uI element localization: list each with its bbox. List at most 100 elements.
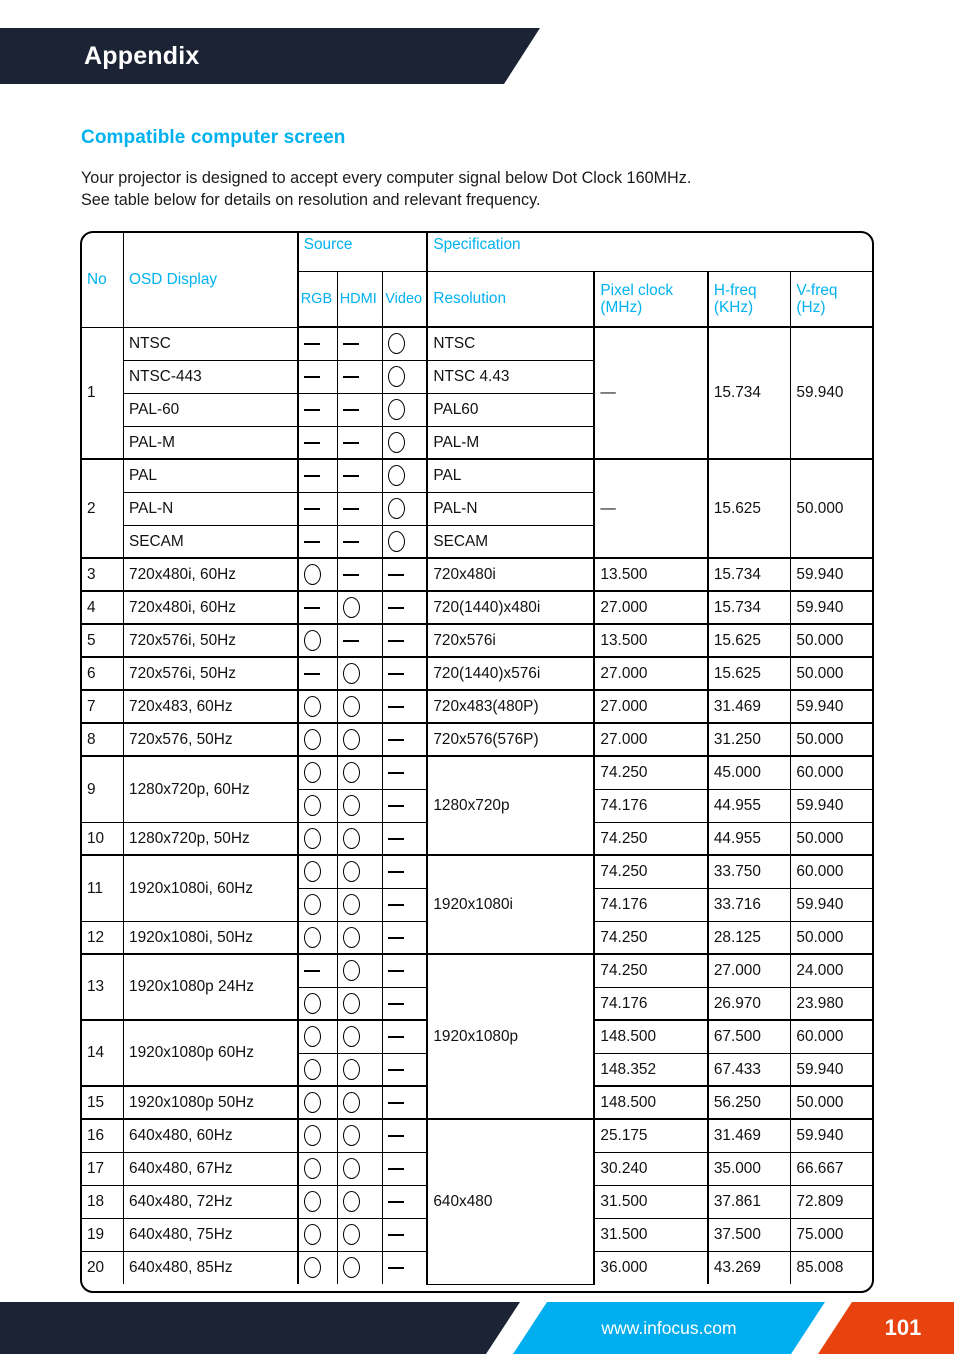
not-supported-dash-icon <box>303 540 320 543</box>
cell-osd-display: 1920x1080p 50Hz <box>123 1085 299 1120</box>
cell-resolution: 1280x720p <box>426 755 596 856</box>
cell-pixel-clock: 148.352 <box>593 1052 709 1087</box>
not-supported-dash-icon <box>342 507 359 510</box>
cell-h-freq: 44.955 <box>707 821 792 856</box>
cell-v-freq: 66.667 <box>790 1151 872 1186</box>
supported-circle-icon <box>388 431 406 453</box>
cell-h-freq: 44.955 <box>707 788 792 823</box>
intro-paragraph: Your projector is designed to accept eve… <box>81 168 881 211</box>
not-supported-dash-icon <box>388 804 405 807</box>
cell-pixel-clock: 13.500 <box>593 557 709 592</box>
supported-circle-icon <box>303 1026 321 1048</box>
cell-v-freq: 59.940 <box>790 326 872 460</box>
cell-pixel-clock: 74.250 <box>593 755 709 790</box>
cell-h-freq: 31.250 <box>707 722 792 757</box>
cell-osd-display: SECAM <box>123 524 299 559</box>
th-osd-display: OSD Display <box>123 233 299 328</box>
not-supported-dash-icon <box>388 639 405 642</box>
cell-source-rgb <box>297 524 338 559</box>
cell-source-rgb <box>297 953 338 988</box>
cell-no: 2 <box>82 458 125 559</box>
cell-source-hdmi <box>336 557 384 592</box>
table-row: 5 720x576i, 50Hz 720x576i 13.500 15.625 50.00… <box>82 623 872 658</box>
cell-pixel-clock: 74.250 <box>593 920 709 955</box>
cell-no: 9 <box>82 755 125 823</box>
not-supported-dash-icon <box>388 1267 405 1270</box>
cell-v-freq: 85.008 <box>790 1250 872 1284</box>
cell-osd-display: 640x480, 75Hz <box>123 1217 299 1252</box>
supported-circle-icon <box>303 894 321 915</box>
not-supported-dash-icon <box>388 672 405 675</box>
not-supported-dash-icon <box>388 970 405 973</box>
not-supported-dash-icon <box>388 871 405 874</box>
cell-pixel-clock: — <box>593 458 709 559</box>
cell-source-video <box>382 722 429 757</box>
cell-v-freq: 24.000 <box>790 953 872 988</box>
cell-osd-display: 640x480, 60Hz <box>123 1118 299 1153</box>
not-supported-dash-icon <box>303 343 320 346</box>
cell-resolution: PAL-M <box>426 425 596 460</box>
cell-h-freq: 33.750 <box>707 854 792 889</box>
footer-website-link[interactable]: www.infocus.com <box>513 1302 825 1354</box>
cell-resolution: 720(1440)x480i <box>426 590 596 625</box>
table-row: 8 720x576, 50Hz 720x576(576P) 27.000 31.250 5… <box>82 722 872 757</box>
cell-no: 19 <box>82 1217 125 1252</box>
not-supported-dash-icon <box>342 540 359 543</box>
supported-circle-icon <box>303 1224 321 1245</box>
footer-dark-band <box>0 1302 520 1354</box>
cell-source-rgb <box>297 689 338 724</box>
cell-source-rgb <box>297 920 338 955</box>
cell-v-freq: 60.000 <box>790 755 872 790</box>
supported-circle-icon <box>388 498 406 519</box>
cell-source-rgb <box>297 656 338 691</box>
cell-source-hdmi <box>336 524 384 559</box>
cell-source-video <box>382 458 429 493</box>
cell-source-rgb <box>297 1250 338 1284</box>
cell-pixel-clock: 30.240 <box>593 1151 709 1186</box>
cell-osd-display: PAL-M <box>123 425 299 460</box>
cell-source-hdmi <box>336 1085 384 1120</box>
cell-osd-display: 720x480i, 60Hz <box>123 590 299 625</box>
cell-source-rgb <box>297 359 338 394</box>
supported-circle-icon <box>342 1158 360 1179</box>
cell-source-rgb <box>297 458 338 493</box>
supported-circle-icon <box>388 465 406 487</box>
supported-circle-icon <box>303 1125 321 1147</box>
not-supported-dash-icon <box>342 343 359 346</box>
cell-source-rgb <box>297 788 338 823</box>
cell-h-freq: 33.716 <box>707 887 792 922</box>
cell-pixel-clock: 74.176 <box>593 986 709 1021</box>
footer-website-band[interactable]: www.infocus.com <box>513 1302 825 1354</box>
cell-osd-display: 720x576i, 50Hz <box>123 656 299 691</box>
cell-resolution: 1920x1080p <box>426 953 596 1120</box>
cell-source-hdmi <box>336 1217 384 1252</box>
not-supported-dash-icon <box>342 573 359 576</box>
cell-v-freq: 59.940 <box>790 1052 872 1087</box>
cell-osd-display: 1920x1080i, 50Hz <box>123 920 299 955</box>
cell-v-freq: 50.000 <box>790 821 872 856</box>
cell-source-video <box>382 326 429 361</box>
cell-source-rgb <box>297 1151 338 1186</box>
cell-h-freq: 67.433 <box>707 1052 792 1087</box>
supported-circle-icon <box>342 1026 360 1048</box>
cell-no: 10 <box>82 821 125 856</box>
not-supported-dash-icon <box>388 705 405 708</box>
cell-source-video <box>382 656 429 691</box>
cell-source-hdmi <box>336 854 384 889</box>
cell-osd-display: 640x480, 67Hz <box>123 1151 299 1186</box>
cell-source-video <box>382 1151 429 1186</box>
cell-v-freq: 59.940 <box>790 557 872 592</box>
cell-h-freq: 15.734 <box>707 326 792 460</box>
cell-source-rgb <box>297 1118 338 1153</box>
supported-circle-icon <box>303 827 321 849</box>
table-row: 13 1920x1080p 24Hz 1920x1080p 74.250 27.000 2… <box>82 953 872 1120</box>
cell-pixel-clock: 148.500 <box>593 1019 709 1054</box>
cell-h-freq: 67.500 <box>707 1019 792 1054</box>
cell-source-hdmi <box>336 359 384 394</box>
cell-source-video <box>382 788 429 823</box>
not-supported-dash-icon <box>342 408 359 411</box>
not-supported-dash-icon <box>388 1068 405 1071</box>
cell-source-video <box>382 392 429 427</box>
cell-v-freq: 50.000 <box>790 656 872 691</box>
supported-circle-icon <box>342 1257 360 1279</box>
